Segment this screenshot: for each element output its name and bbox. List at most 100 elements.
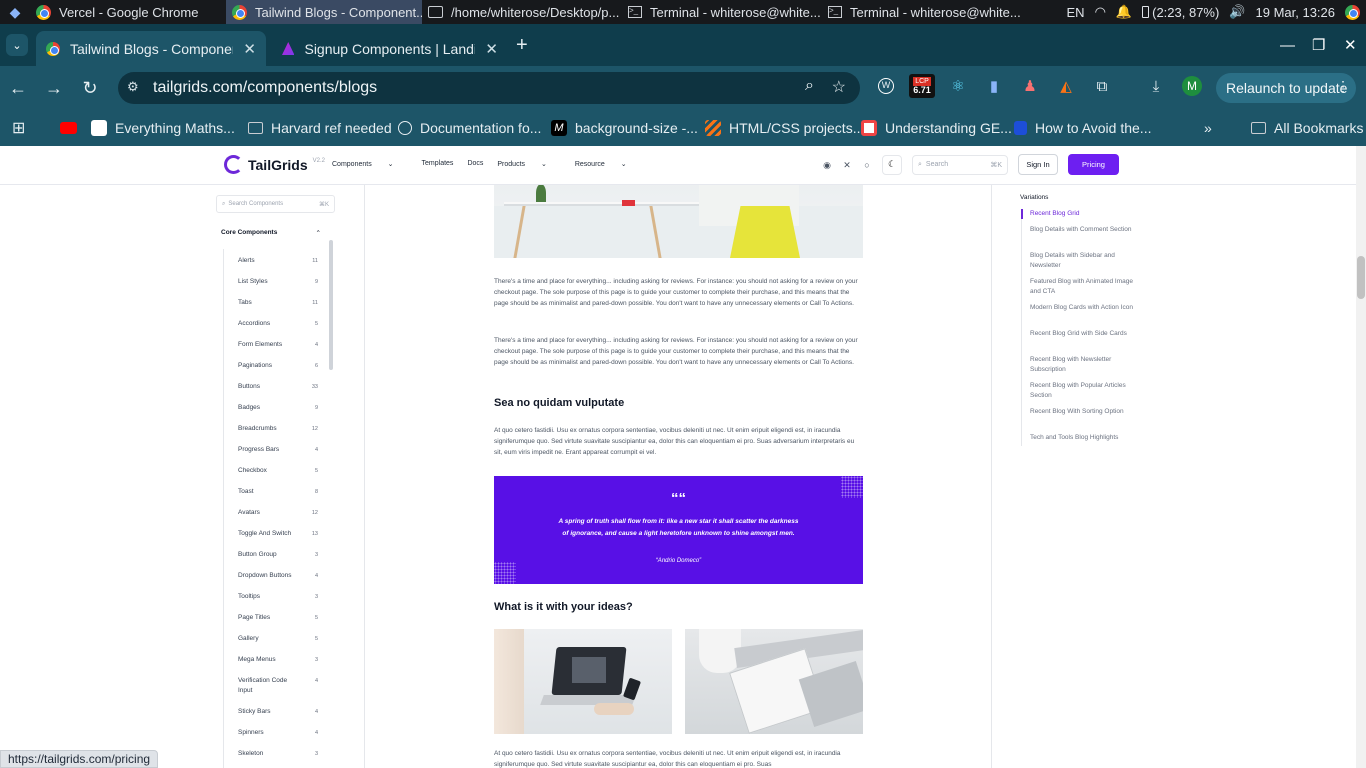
zoom-search-icon[interactable]: ⌕ <box>805 77 814 95</box>
x-twitter-icon[interactable]: ✕ <box>842 160 852 170</box>
toc-item[interactable]: Blog Details with Comment Section <box>1030 225 1135 235</box>
url-text[interactable]: tailgrids.com/components/blogs <box>153 79 377 97</box>
tab-close-icon[interactable]: ✕ <box>243 40 256 58</box>
sidebar-item-spinners[interactable]: Spinners 4 <box>238 728 318 738</box>
taskbar-app-file-manager[interactable]: /home/whiterose/Desktop/p... <box>422 0 622 24</box>
chrome-tray-icon[interactable] <box>1345 4 1360 20</box>
keyboard-layout[interactable]: EN <box>1067 5 1085 20</box>
taskbar-app-terminal-2[interactable]: >_ Terminal - whiterose@white... <box>822 0 1022 24</box>
sign-in-button[interactable]: Sign In <box>1018 154 1058 175</box>
core-components-toggle[interactable]: Core Components ⌃ <box>221 229 321 237</box>
sidebar-item-badges[interactable]: Badges 9 <box>238 403 318 413</box>
youtube-bookmark[interactable] <box>60 117 77 139</box>
bookmark-documentation[interactable]: Documentation fo... <box>398 117 541 139</box>
nav-resource[interactable]: Resource ⌄ <box>575 160 641 168</box>
wordpress-extension-icon[interactable]: W <box>874 74 898 98</box>
tab-tailwind-blogs[interactable]: Tailwind Blogs - Components ✕ <box>36 31 266 66</box>
sidebar-search-input[interactable]: ⌕ Search Components ⌘K <box>216 195 335 213</box>
tailgrids-logo[interactable]: TailGrids V2.2 <box>224 155 325 174</box>
toc-item[interactable]: Recent Blog With Sorting Option <box>1030 407 1135 417</box>
taskbar-app-tailwind-blogs[interactable]: Tailwind Blogs - Component... <box>226 0 422 24</box>
battery-indicator[interactable]: (2:23, 87%) <box>1142 5 1219 20</box>
tab-close-icon[interactable]: ✕ <box>485 40 498 58</box>
extensions-puzzle-icon[interactable]: ⧉ <box>1090 74 1114 98</box>
nav-docs[interactable]: Docs <box>467 160 483 168</box>
github-icon[interactable]: ○ <box>862 160 872 170</box>
bookmark-how-to-avoid[interactable]: How to Avoid the... <box>1014 117 1151 139</box>
pricing-button[interactable]: Pricing <box>1068 154 1119 175</box>
person-extension-icon[interactable]: ♟ <box>1018 74 1042 98</box>
sidebar-item-page-titles[interactable]: Page Titles 5 <box>238 613 318 623</box>
bookmark-everything-maths[interactable]: Everything Maths... <box>91 117 235 139</box>
tab-search-chevron-icon[interactable]: ⌄ <box>6 34 28 56</box>
toc-item[interactable]: Modern Blog Cards with Action Icon <box>1030 303 1135 313</box>
bookmark-harvard-ref[interactable]: Harvard ref needed <box>248 117 392 139</box>
sidebar-item-list-styles[interactable]: List Styles 9 <box>238 277 318 287</box>
lcp-extension-icon[interactable]: LCP 6.71 <box>909 74 935 98</box>
react-devtools-icon[interactable]: ⚛ <box>946 74 970 98</box>
site-search-input[interactable]: ⌕ Search ⌘K <box>912 154 1008 175</box>
tab-signup-components[interactable]: Signup Components | Landin ✕ <box>272 31 508 66</box>
sidebar-item-checkbox[interactable]: Checkbox 5 <box>238 466 318 476</box>
sidebar-item-tabs[interactable]: Tabs 11 <box>238 298 318 308</box>
bookmark-background-size[interactable]: Mbackground-size -... <box>551 117 698 139</box>
toc-item[interactable]: Blog Details with Sidebar and Newsletter <box>1030 251 1135 271</box>
sidebar-item-breadcrumbs[interactable]: Breadcrumbs 12 <box>238 424 318 434</box>
sidebar-item-verification-code-input[interactable]: Verification Code Input 4 <box>238 676 318 696</box>
sidebar-item-button-group[interactable]: Button Group 3 <box>238 550 318 560</box>
apps-grid-icon[interactable]: ⊞ <box>12 117 25 139</box>
minimize-icon[interactable]: — <box>1280 24 1295 66</box>
address-bar[interactable]: ⚙ tailgrids.com/components/blogs ⌕ ☆ <box>118 72 860 104</box>
sidebar-item-alerts[interactable]: Alerts 11 <box>238 256 318 266</box>
all-bookmarks-button[interactable]: All Bookmarks <box>1251 117 1363 139</box>
sidebar-scrollbar[interactable] <box>329 240 333 370</box>
close-window-icon[interactable]: ✕ <box>1344 24 1357 66</box>
bell-icon[interactable]: 🔔 <box>1116 4 1132 20</box>
docs-extension-icon[interactable]: ▮ <box>982 74 1006 98</box>
relaunch-button[interactable]: Relaunch to update ⋮ <box>1216 73 1356 103</box>
sidebar-item-tooltips[interactable]: Tooltips 3 <box>238 592 318 602</box>
page-scrollbar-thumb[interactable] <box>1357 256 1365 299</box>
site-info-icon[interactable]: ⚙ <box>127 79 139 95</box>
sidebar-item-accordions[interactable]: Accordions 5 <box>238 319 318 329</box>
sidebar-item-form-elements[interactable]: Form Elements 4 <box>238 340 318 350</box>
sidebar-item-toggle-and-switch[interactable]: Toggle And Switch 13 <box>238 529 318 539</box>
sidebar-item-gallery[interactable]: Gallery 5 <box>238 634 318 644</box>
nav-templates[interactable]: Templates <box>422 160 454 168</box>
forward-icon[interactable]: → <box>36 70 72 106</box>
bookmark-star-icon[interactable]: ☆ <box>832 77 846 97</box>
download-icon[interactable]: ⤓ <box>1144 74 1168 98</box>
toc-item[interactable]: Featured Blog with Animated Image and CT… <box>1030 277 1135 297</box>
reload-icon[interactable]: ↻ <box>72 70 108 106</box>
bookmark-html-css-projects[interactable]: HTML/CSS projects... <box>705 117 864 139</box>
toc-item[interactable]: Recent Blog with Popular Articles Sectio… <box>1030 381 1135 401</box>
new-tab-plus-icon[interactable]: + <box>516 35 528 55</box>
wifi-icon[interactable]: ◠ <box>1095 4 1106 20</box>
sidebar-item-dropdown-buttons[interactable]: Dropdown Buttons 4 <box>238 571 318 581</box>
sidebar-item-mega-menus[interactable]: Mega Menus 3 <box>238 655 318 665</box>
toc-item[interactable]: Recent Blog Grid with Side Cards <box>1030 329 1135 339</box>
app-menu-icon[interactable]: ◆ <box>0 0 30 24</box>
toc-item[interactable]: Recent Blog Grid <box>1030 209 1135 219</box>
clock[interactable]: 19 Mar, 13:26 <box>1256 5 1336 20</box>
sidebar-item-toast[interactable]: Toast 8 <box>238 487 318 497</box>
sidebar-item-sticky-bars[interactable]: Sticky Bars 4 <box>238 707 318 717</box>
back-icon[interactable]: ← <box>0 70 36 106</box>
page-scrollbar[interactable] <box>1356 146 1366 768</box>
sidebar-item-buttons[interactable]: Buttons 33 <box>238 382 318 392</box>
taskbar-app-vercel[interactable]: Vercel - Google Chrome <box>30 0 226 24</box>
profile-avatar[interactable]: M <box>1180 74 1204 98</box>
toc-item[interactable]: Recent Blog with Newsletter Subscription <box>1030 355 1135 375</box>
sidebar-item-paginations[interactable]: Paginations 6 <box>238 361 318 371</box>
bookmark-understanding-ge[interactable]: Understanding GE... <box>861 117 1012 139</box>
sidebar-item-avatars[interactable]: Avatars 12 <box>238 508 318 518</box>
dark-mode-toggle[interactable]: ☾ <box>882 154 902 175</box>
maximize-icon[interactable]: ❐ <box>1312 24 1325 66</box>
sidebar-item-skeleton[interactable]: Skeleton 3 <box>238 749 318 759</box>
nav-products[interactable]: Products ⌄ <box>497 160 560 168</box>
volume-icon[interactable]: 🔊 <box>1229 4 1245 20</box>
taskbar-app-terminal-1[interactable]: >_ Terminal - whiterose@white... <box>622 0 822 24</box>
fox-extension-icon[interactable]: ◭ <box>1054 74 1078 98</box>
bookmarks-overflow-chevron-icon[interactable]: » <box>1204 117 1212 139</box>
discord-icon[interactable]: ◉ <box>822 160 832 170</box>
